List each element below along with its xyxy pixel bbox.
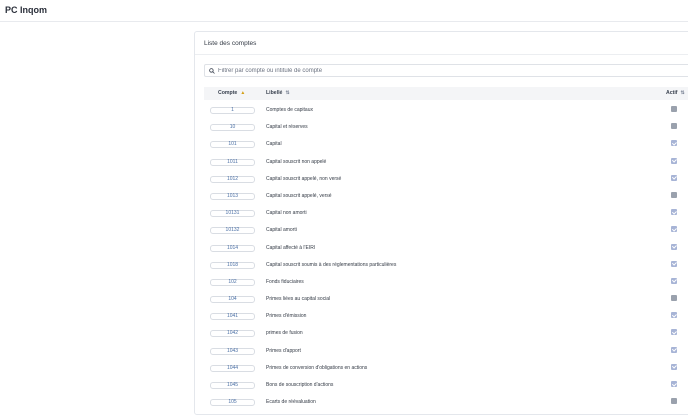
account-label: Primes d'émission — [266, 313, 307, 320]
active-checkbox[interactable] — [671, 157, 677, 164]
table-row[interactable]: 10 Capital et réserves — [204, 119, 688, 136]
account-code[interactable]: 1041 — [210, 313, 255, 321]
account-code[interactable]: 1043 — [210, 347, 255, 355]
account-label: primes de fusion — [266, 330, 303, 337]
account-label: Capital affecté à l'EIRl — [266, 244, 315, 251]
account-code[interactable]: 10 — [210, 124, 255, 132]
filter-box[interactable] — [204, 64, 688, 77]
column-header-actif[interactable]: Actif ⇅ — [666, 90, 685, 96]
account-code[interactable]: 1013 — [210, 192, 255, 200]
sort-icon[interactable]: ⇅ — [681, 90, 685, 96]
account-code[interactable]: 1 — [210, 107, 255, 114]
account-label: Primes d'apport — [266, 347, 301, 354]
account-code[interactable]: 1044 — [210, 364, 255, 372]
account-code[interactable]: 102 — [210, 278, 255, 286]
table-row[interactable]: 1012 Capital souscrit appelé, non versé — [204, 171, 688, 188]
account-label: Ecarts de réévaluation — [266, 399, 316, 406]
table-row[interactable]: 1011 Capital souscrit non appelé — [204, 154, 688, 171]
top-bar: PC Inqom — [0, 0, 688, 22]
filter-input[interactable] — [218, 67, 678, 74]
account-code[interactable]: 1042 — [210, 330, 255, 338]
active-checkbox[interactable] — [671, 346, 677, 353]
column-header-compte-label: Compte — [218, 90, 238, 96]
search-icon — [209, 67, 215, 74]
account-code[interactable]: 1014 — [210, 244, 255, 252]
account-label: Fonds fiduciaires — [266, 278, 304, 285]
active-checkbox[interactable] — [671, 381, 677, 387]
table-row[interactable]: 1044 Primes de conversion d'obligations e… — [204, 360, 688, 377]
table-row[interactable]: 102 Fonds fiduciaires — [204, 274, 688, 291]
account-label: Capital — [266, 141, 282, 148]
panel-divider — [195, 54, 688, 55]
table-row[interactable]: 10131 Capital non amorti — [204, 205, 688, 222]
account-label: Capital souscrit appelé, non versé — [266, 175, 342, 182]
sort-icon[interactable]: ⇅ — [285, 90, 289, 96]
active-checkbox[interactable] — [671, 260, 677, 267]
active-checkbox[interactable] — [671, 209, 677, 216]
table-row[interactable]: 1045 Bons de souscription d'actions — [204, 377, 688, 394]
table-row[interactable]: 101 Capital — [204, 136, 688, 153]
account-label: Primes liées au capital social — [266, 296, 331, 303]
account-code[interactable]: 1045 — [210, 382, 255, 389]
active-checkbox[interactable] — [671, 295, 677, 302]
account-code[interactable]: 101 — [210, 141, 255, 149]
table-header: Compte ▲ Libellé ⇅ Actif ⇅ — [204, 87, 688, 100]
active-checkbox[interactable] — [671, 243, 677, 250]
table-row[interactable]: 1013 Capital souscrit appelé, versé — [204, 188, 688, 205]
active-checkbox[interactable] — [671, 174, 677, 181]
account-code[interactable]: 1012 — [210, 175, 255, 183]
account-code[interactable]: 104 — [210, 296, 255, 304]
table-row[interactable]: 1043 Primes d'apport — [204, 343, 688, 360]
table-row[interactable]: 1042 primes de fusion — [204, 325, 688, 342]
table-body: 1 Comptes de capitaux 10 Capital et réserve… — [204, 102, 688, 411]
account-code[interactable]: 10131 — [210, 210, 255, 218]
column-header-libelle[interactable]: Libellé ⇅ — [266, 90, 290, 96]
account-label: Capital amorti — [266, 227, 297, 234]
table-row[interactable]: 104 Primes liées au capital social — [204, 291, 688, 308]
table-row[interactable]: 1014 Capital affecté à l'EIRl — [204, 240, 688, 257]
accounts-panel: Liste des comptes Compte ▲ Libellé ⇅ Act… — [194, 31, 688, 415]
account-code[interactable]: 10132 — [210, 227, 255, 235]
active-checkbox[interactable] — [671, 106, 677, 112]
active-checkbox[interactable] — [671, 312, 677, 319]
active-checkbox[interactable] — [671, 140, 677, 147]
table-row[interactable]: 105 Ecarts de réévaluation — [204, 394, 688, 411]
active-checkbox[interactable] — [671, 123, 677, 130]
active-checkbox[interactable] — [671, 226, 677, 233]
account-code[interactable]: 1018 — [210, 261, 255, 269]
table-row[interactable]: 1041 Primes d'émission — [204, 308, 688, 325]
column-header-compte[interactable]: Compte ▲ — [218, 90, 245, 96]
account-label: Primes de conversion d'obligations en ac… — [266, 364, 368, 371]
account-code[interactable]: 1011 — [210, 158, 255, 166]
active-checkbox[interactable] — [671, 191, 677, 198]
table-row[interactable]: 10132 Capital amorti — [204, 222, 688, 239]
account-label: Capital et réserves — [266, 124, 308, 131]
app-title: PC Inqom — [5, 5, 47, 15]
table-row[interactable]: 1 Comptes de capitaux — [204, 102, 688, 119]
account-label: Capital souscrit appelé, versé — [266, 192, 332, 199]
table-row[interactable]: 1018 Capital souscrit soumis à des réglem… — [204, 257, 688, 274]
account-label: Comptes de capitaux — [266, 107, 313, 113]
active-checkbox[interactable] — [671, 277, 677, 284]
account-label: Bons de souscription d'actions — [266, 382, 334, 388]
active-checkbox[interactable] — [671, 398, 677, 405]
account-label: Capital souscrit soumis à des réglementa… — [266, 261, 397, 268]
account-code[interactable]: 105 — [210, 399, 255, 407]
account-label: Capital non amorti — [266, 210, 307, 217]
account-label: Capital souscrit non appelé — [266, 158, 327, 165]
column-header-libelle-label: Libellé — [266, 90, 283, 96]
sort-asc-icon[interactable]: ▲ — [240, 90, 245, 96]
panel-title: Liste des comptes — [204, 40, 257, 47]
column-header-actif-label: Actif — [666, 90, 678, 96]
active-checkbox[interactable] — [671, 363, 677, 370]
active-checkbox[interactable] — [671, 329, 677, 336]
